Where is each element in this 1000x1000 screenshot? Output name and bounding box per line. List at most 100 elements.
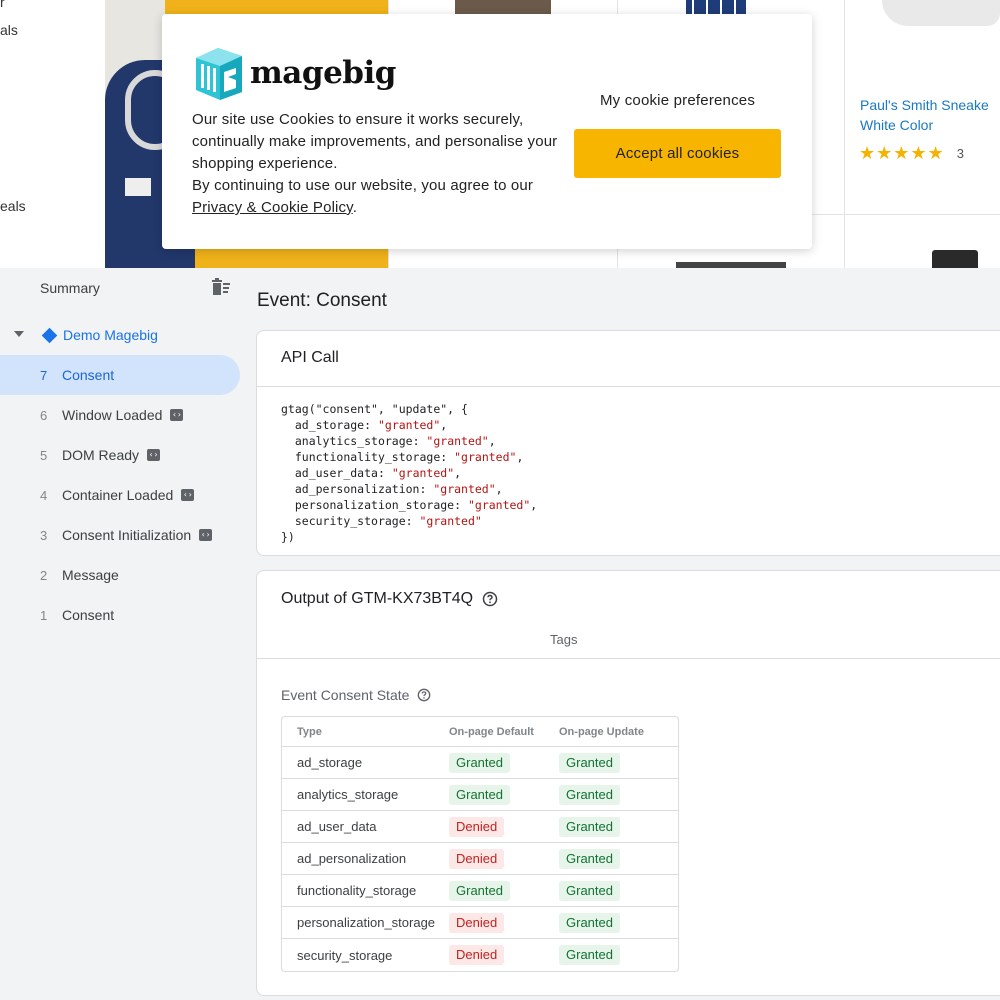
code-separator: , [516,450,524,464]
event-label-text[interactable]: Message [62,567,119,583]
screen: r als eals Paul's Smith Sneake White Col… [0,0,1000,1000]
consent-status-badge: Denied [449,945,505,965]
consent-type-cell: analytics_storage [282,779,449,811]
code-line: personalization_storage: "granted", [294,498,538,512]
table-row: ad_personalization Denied Granted [282,843,678,875]
consent-update-cell: Granted [559,875,678,907]
collapse-caret-icon[interactable] [14,331,24,337]
table-row: ad_user_data Denied Granted [282,811,678,843]
consent-type-cell: ad_personalization [282,843,449,875]
consent-status-badge: Granted [449,880,510,901]
container-diamond-icon [41,327,58,344]
code-line: ad_personalization: "granted", [294,482,503,496]
consent-update-cell: Granted [559,939,678,971]
policy-suffix: . [352,199,358,216]
code-key: ad_personalization [294,482,420,496]
event-label-text[interactable]: Consent Initialization [62,527,191,543]
cookie-continue-text: By continuing to use our website, you ag… [192,177,534,194]
table-row: ad_storage Granted Granted [282,747,678,779]
summary-label[interactable]: Summary [40,280,100,296]
product-name-line[interactable]: White Color [860,115,1000,135]
help-icon[interactable] [482,591,498,607]
consent-default-cell: Granted [449,747,559,779]
clear-messages-icon[interactable] [209,278,231,298]
column-header-type: Type [282,717,449,747]
nav-fragment[interactable]: eals [0,198,26,214]
event-item[interactable]: 1 Consent [0,595,240,635]
event-label-text[interactable]: Consent [62,367,114,383]
event-label[interactable]: Message [62,567,119,583]
event-label[interactable]: Consent Initialization ‹› [62,527,213,543]
container-name[interactable]: Demo Magebig [63,327,158,343]
store-sidebar-nav: r als eals [0,0,105,268]
code-separator: , [454,466,462,480]
cookie-preferences-link[interactable]: My cookie preferences [574,92,781,109]
code-badge-icon: ‹› [181,489,195,502]
event-label[interactable]: Consent [62,607,114,623]
consent-update-cell: Granted [559,907,678,939]
output-header: Output of GTM-KX73BT4Q Tags [257,571,1000,659]
product-image-sneaker[interactable] [882,0,1000,26]
code-value: "granted" [377,418,441,432]
consent-status-badge: Granted [559,848,620,869]
event-item[interactable]: 6 Window Loaded ‹› [0,395,240,435]
event-label[interactable]: Window Loaded ‹› [62,407,184,423]
consent-default-cell: Denied [449,939,559,971]
cookie-message: Our site use Cookies to ensure it works … [192,109,567,219]
event-label-text[interactable]: DOM Ready [62,447,139,463]
review-count[interactable]: 3 [957,146,964,161]
summary-row[interactable]: Summary [0,268,240,308]
product-image-partial[interactable] [932,250,978,268]
consent-default-cell: Denied [449,843,559,875]
event-label[interactable]: Consent [62,367,114,383]
consent-default-cell: Denied [449,907,559,939]
event-label-text[interactable]: Window Loaded [62,407,162,423]
product-grid-divider [844,0,845,268]
event-item[interactable]: 5 DOM Ready ‹› [0,435,240,475]
consent-status-badge: Granted [449,784,510,805]
code-line: gtag("consent", "update", { [281,402,468,416]
code-value: "granted" [426,434,489,448]
code-line: ad_user_data: "granted", [294,466,462,480]
consent-state-heading: Event Consent State [281,687,431,703]
event-label-text[interactable]: Container Loaded [62,487,173,503]
code-badge-icon: ‹› [199,529,213,542]
magebig-logo-icon [196,48,242,100]
cookie-consent-banner: magebig Our site use Cookies to ensure i… [162,14,812,249]
event-item[interactable]: 2 Message [0,555,240,595]
event-item[interactable]: 4 Container Loaded ‹› [0,475,240,515]
consent-status-badge: Granted [559,945,620,965]
product-name-line[interactable]: Paul's Smith Sneake [860,95,1000,115]
event-item[interactable]: 3 Consent Initialization ‹› [0,515,240,555]
event-label[interactable]: Container Loaded ‹› [62,487,195,503]
event-item[interactable]: 7 Consent [0,355,240,395]
event-number: 1 [40,607,48,623]
product-rating: ★★★★★ 3 [859,143,964,164]
code-key: personalization_storage [294,498,455,512]
nav-fragment[interactable]: r [0,0,5,10]
consent-status-badge: Granted [559,752,620,773]
code-line: ad_storage: "granted", [294,418,448,432]
privacy-policy-link[interactable]: Privacy & Cookie Policy [192,199,353,216]
consent-status-badge: Denied [449,848,505,869]
event-label-text[interactable]: Consent [62,607,114,623]
tab-tags[interactable]: Tags [550,632,577,647]
consent-update-cell: Granted [559,779,678,811]
star-rating-icon: ★★★★★ [859,143,945,163]
product-name-link[interactable]: Paul's Smith Sneake White Color [860,95,1000,135]
event-label[interactable]: DOM Ready ‹› [62,447,161,463]
consent-state-table: Type On-page Default On-page Update ad_s… [281,716,679,972]
help-icon[interactable] [417,688,431,702]
code-line: }) [281,530,295,544]
api-call-header: API Call [257,331,1000,387]
code-value: "granted" [419,514,482,528]
container-tree-item[interactable]: Demo Magebig [0,321,240,351]
code-separator: , [530,498,538,512]
consent-default-cell: Granted [449,779,559,811]
nav-fragment[interactable]: als [0,22,18,38]
accept-all-cookies-button[interactable]: Accept all cookies [574,129,781,178]
code-key: ad_user_data [294,466,378,480]
api-call-code: gtag("consent", "update", { ad_storage: … [257,387,1000,545]
product-image-partial[interactable] [455,0,551,14]
code-key: analytics_storage [294,434,413,448]
